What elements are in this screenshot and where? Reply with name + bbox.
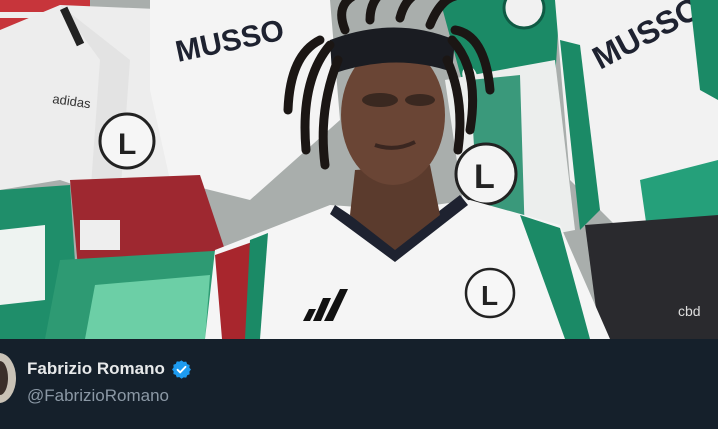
tweet-media-image[interactable]: MUSSO adidas L 0 MUSSO L cbd bbox=[0, 0, 718, 339]
author-display-name[interactable]: Fabrizio Romano bbox=[27, 359, 165, 379]
crest-letter-right: L bbox=[474, 158, 495, 196]
crest-letter-left: L bbox=[118, 128, 136, 161]
crest-letter-chest: L bbox=[481, 280, 498, 311]
shirt-small-print: cbd bbox=[678, 303, 701, 319]
verified-badge-icon bbox=[171, 359, 192, 380]
tweet-author-bar: Fabrizio Romano @FabrizioRomano bbox=[0, 339, 718, 429]
author-handle[interactable]: @FabrizioRomano bbox=[27, 386, 169, 406]
author-name-row: Fabrizio Romano bbox=[27, 357, 192, 381]
avatar[interactable] bbox=[0, 353, 16, 403]
